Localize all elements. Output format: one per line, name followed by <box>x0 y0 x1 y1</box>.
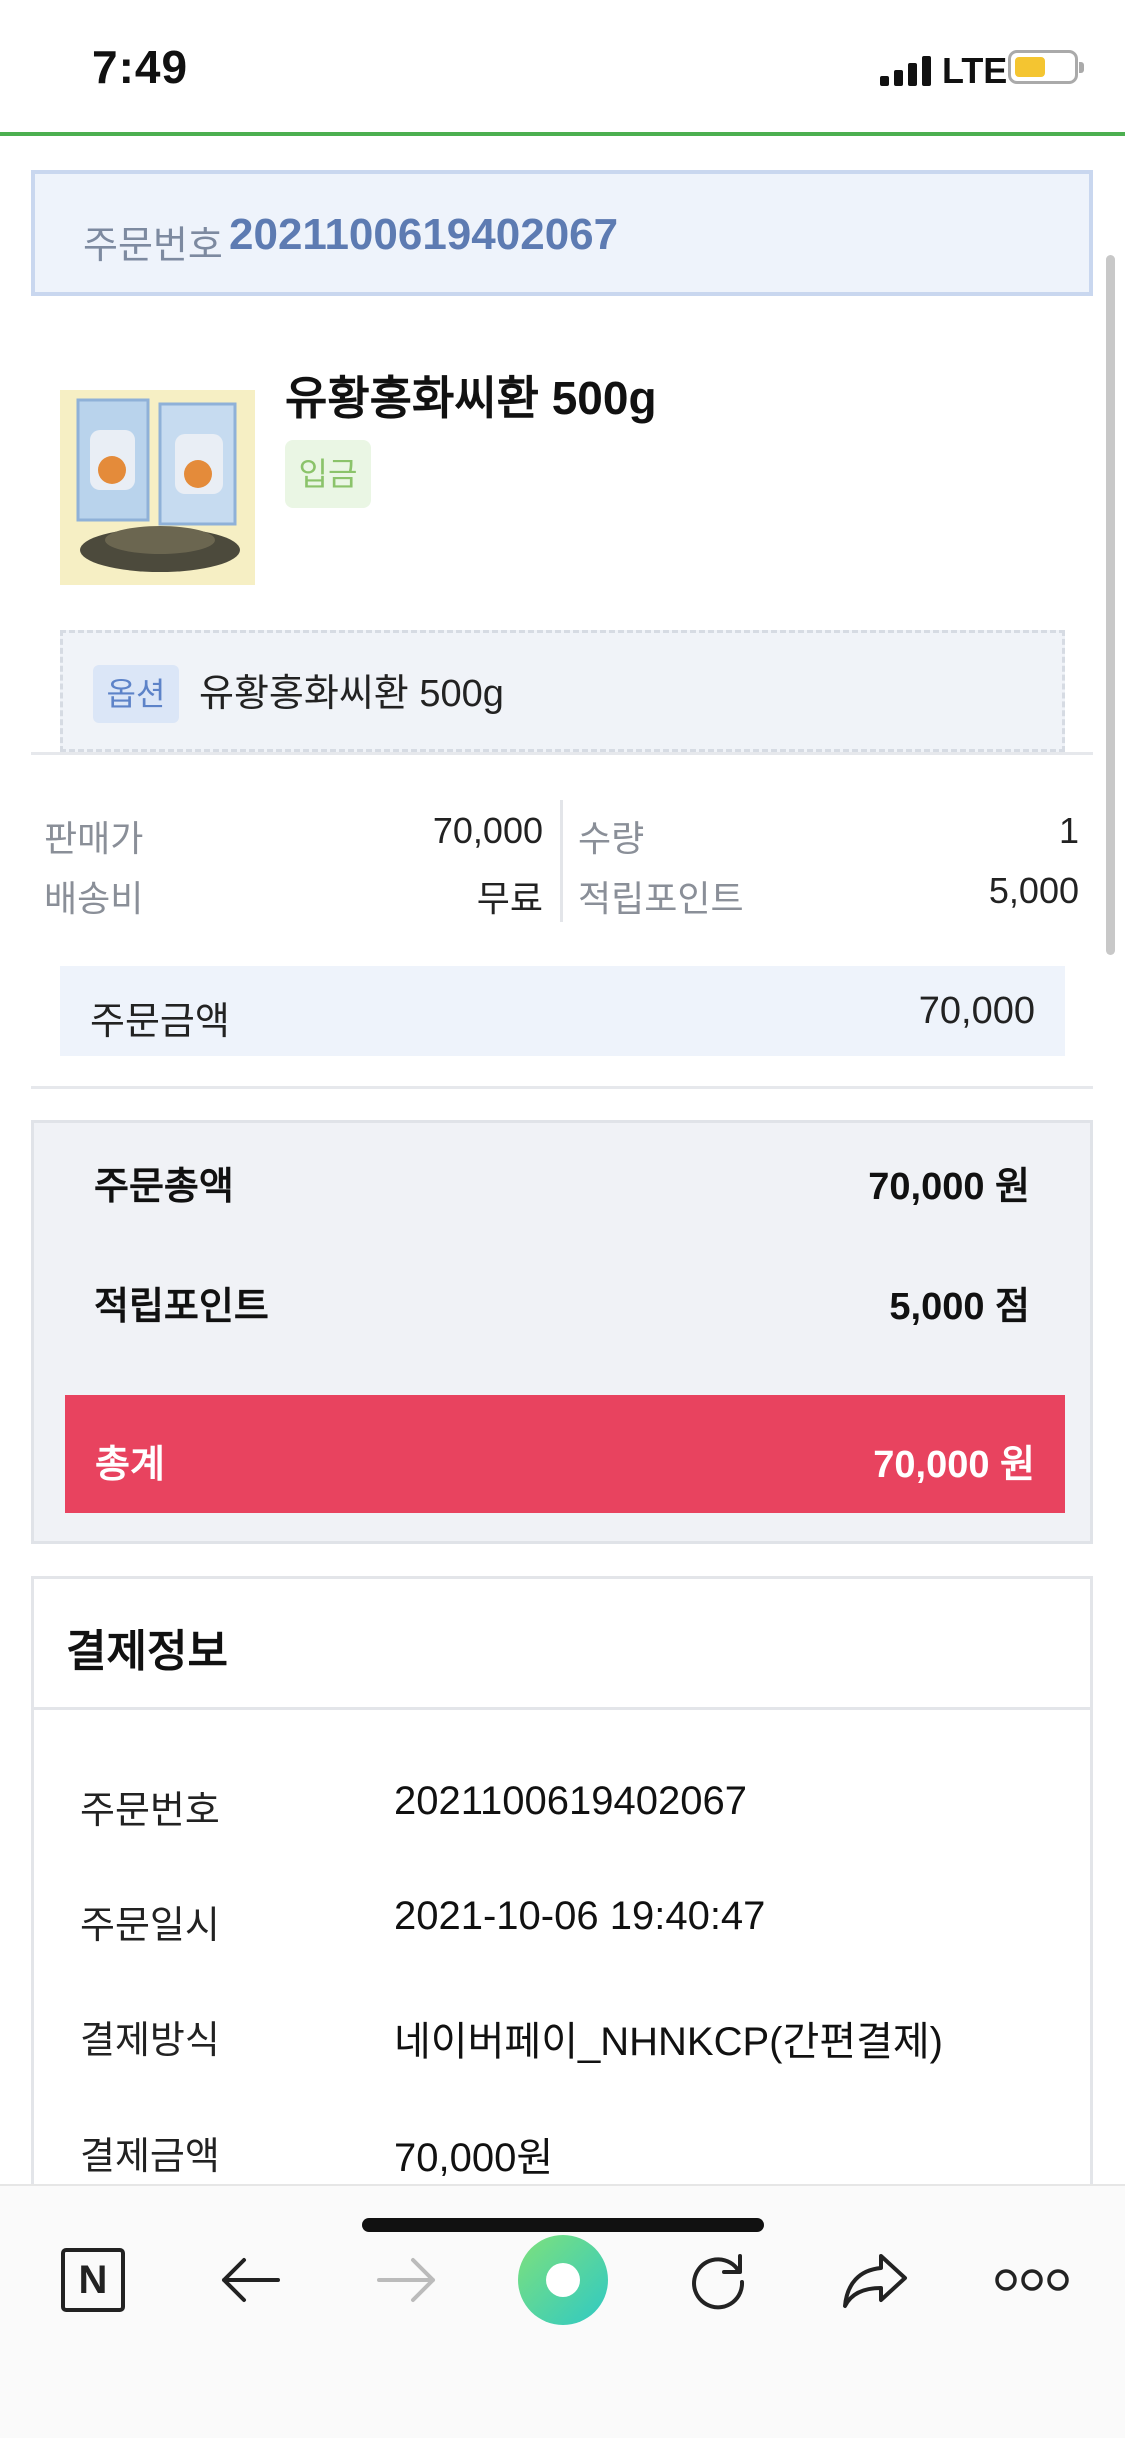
product-option: 옵션 유황홍화씨환 500g <box>60 630 1065 752</box>
column-divider <box>560 800 563 922</box>
green-menu-button[interactable] <box>513 2230 613 2330</box>
order-number-value: 2021100619402067 <box>229 210 619 259</box>
more-button[interactable] <box>982 2230 1082 2330</box>
refresh-button[interactable] <box>668 2230 768 2330</box>
payment-row-key: 결제금액 <box>80 2136 220 2178</box>
price-detail-grid: 판매가 70,000 배송비 무료 수량 1 적립포인트 5,000 <box>0 800 1125 930</box>
option-text: 유황홍화씨환 500g <box>199 673 504 715</box>
price-value: 70,000 <box>432 810 543 851</box>
order-amount-row: 주문금액 70,000 <box>60 966 1065 1056</box>
payment-row-value: 2021100619402067 <box>394 1779 747 1823</box>
payment-row-key: 주문일시 <box>80 1905 220 1947</box>
shipping-label: 배송비 <box>44 878 144 919</box>
payment-row-value: 2021-10-06 19:40:47 <box>394 1894 766 1938</box>
payment-row-key: 주문번호 <box>80 1790 220 1832</box>
divider <box>31 1086 1093 1089</box>
order-amount-label: 주문금액 <box>90 1001 230 1043</box>
divider <box>34 1707 1090 1710</box>
clock: 7:49 <box>92 41 189 93</box>
order-number-header: 주문번호 2021100619402067 <box>31 170 1093 296</box>
signal-icon <box>880 56 931 86</box>
order-amount-value: 70,000 <box>918 990 1035 1032</box>
order-summary: 주문총액 70,000 원 적립포인트 5,000 점 총계 70,000 원 <box>31 1120 1093 1544</box>
summary-points-label: 적립포인트 <box>94 1286 269 1328</box>
refresh-icon <box>692 2254 745 2310</box>
grand-total-label: 총계 <box>95 1444 165 1486</box>
summary-points-row: 적립포인트 5,000 점 <box>34 1243 1090 1353</box>
payment-row: 주문번호 2021100619402067 <box>34 1779 1090 1839</box>
forward-arrow-icon <box>377 2258 435 2302</box>
battery-icon <box>1008 50 1084 84</box>
points-label: 적립포인트 <box>578 878 744 919</box>
summary-total-value: 70,000 원 <box>868 1166 1030 1208</box>
naver-home-button[interactable]: N <box>43 2230 143 2330</box>
payment-row-value: 70,000원 <box>394 2136 554 2180</box>
payment-info-title: 결제정보 <box>66 1627 228 1676</box>
product-image[interactable] <box>60 390 255 585</box>
points-value: 5,000 <box>988 870 1079 911</box>
payment-row: 결제방식 네이버페이_NHNKCP(간편결제) <box>34 2009 1090 2069</box>
divider <box>31 752 1093 755</box>
shipping-value: 무료 <box>476 878 543 919</box>
home-indicator[interactable] <box>362 2218 764 2232</box>
quantity-label: 수량 <box>578 818 645 859</box>
payment-status-badge: 입금 <box>285 440 371 508</box>
network-label: LTE <box>942 50 1008 91</box>
summary-total-label: 주문총액 <box>94 1166 234 1208</box>
back-arrow-icon <box>222 2258 280 2302</box>
back-button[interactable] <box>200 2230 300 2330</box>
summary-points-value: 5,000 점 <box>889 1286 1030 1328</box>
scrollbar[interactable] <box>1106 255 1115 955</box>
payment-row-value: 네이버페이_NHNKCP(간편결제) <box>394 2020 943 2064</box>
share-icon <box>843 2254 907 2308</box>
summary-total-row: 주문총액 70,000 원 <box>34 1123 1090 1233</box>
status-bar: 7:49 LTE <box>0 0 1125 132</box>
price-label: 판매가 <box>44 818 144 859</box>
more-icon <box>995 2269 1069 2291</box>
option-tag: 옵션 <box>93 665 179 723</box>
share-button[interactable] <box>825 2230 925 2330</box>
payment-row-key: 결제방식 <box>80 2020 220 2062</box>
grand-total-bar: 총계 70,000 원 <box>65 1395 1065 1513</box>
grand-total-value: 70,000 원 <box>873 1444 1035 1486</box>
order-number-label: 주문번호 <box>83 225 223 267</box>
payment-row: 주문일시 2021-10-06 19:40:47 <box>34 1894 1090 1954</box>
quantity-value: 1 <box>1058 810 1079 851</box>
page-load-progress <box>0 132 1125 136</box>
green-menu-icon <box>518 2235 608 2325</box>
forward-button[interactable] <box>357 2230 457 2330</box>
payment-info-section: 결제정보 주문번호 2021100619402067 주문일시 2021-10-… <box>31 1576 1093 2216</box>
naver-home-icon: N <box>61 2248 125 2312</box>
payment-row: 결제금액 70,000원 <box>34 2125 1090 2185</box>
product-name[interactable]: 유황홍화씨환 500g <box>285 362 657 428</box>
